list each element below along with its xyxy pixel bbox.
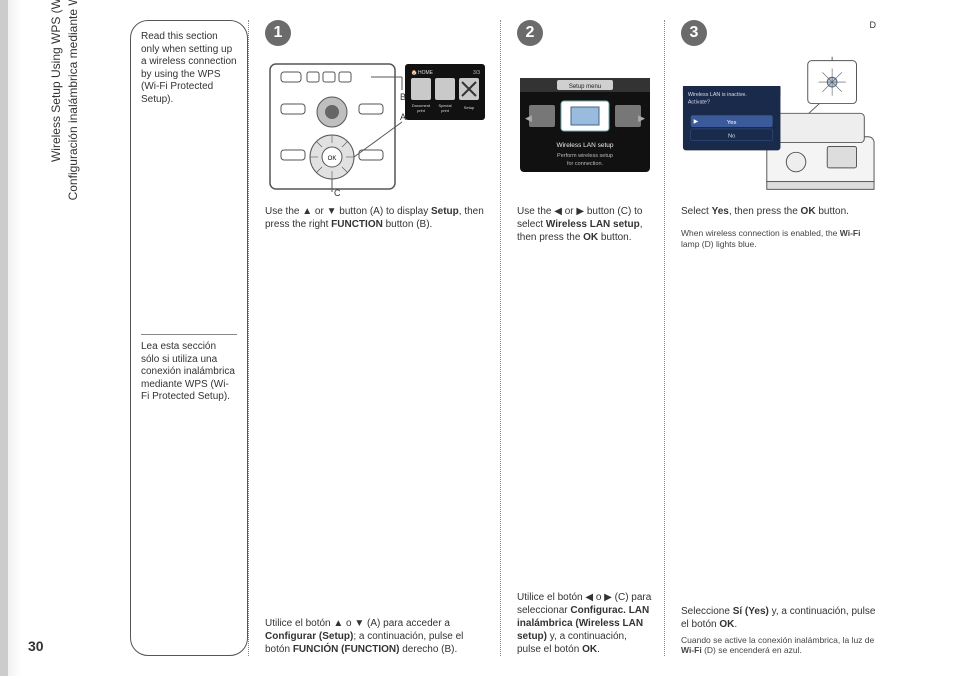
svg-text:OK: OK: [327, 156, 336, 162]
step-3-note-es: Cuando se active la conexión inalámbrica…: [681, 635, 876, 656]
intro-en: Read this section only when setting up a…: [141, 31, 237, 106]
divider: [141, 334, 237, 335]
step-1: 1: [248, 20, 500, 656]
step-number-badge: 1: [265, 20, 291, 46]
svg-text:🏠: 🏠: [411, 69, 417, 76]
step-3-text-es: Seleccione Sí (Yes) y, a continuación, p…: [681, 605, 876, 631]
screen-home: HOME: [418, 70, 434, 76]
step-number-badge: 3: [681, 20, 707, 46]
intro-es: Lea esta sección sólo si utiliza una con…: [141, 341, 237, 404]
intro-box: Read this section only when setting up a…: [130, 20, 248, 656]
step-2-text-en: Use the ◀ or ▶ button (C) to select Wire…: [517, 205, 652, 244]
step-2: 2 Setup menu ◀ ▶ Wireless LAN setup Perf…: [500, 20, 664, 656]
content-row: Read this section only when setting up a…: [130, 20, 929, 656]
section-title-en: Wireless Setup Using WPS (Wi-Fi Protecte…: [48, 0, 65, 370]
screen-page: 3/3: [473, 70, 480, 76]
svg-text:print: print: [417, 108, 426, 113]
manual-page: Wireless Setup Using WPS (Wi-Fi Protecte…: [0, 0, 954, 676]
step-1-figure: OK B A: [265, 52, 488, 197]
section-title-es: Configuración inalámbrica mediante WPS (…: [65, 0, 82, 370]
svg-text:Setup: Setup: [463, 105, 474, 110]
page-number: 30: [28, 638, 44, 654]
svg-text:Wireless LAN is inactive.: Wireless LAN is inactive.: [688, 91, 747, 97]
svg-text:▶: ▶: [638, 113, 645, 123]
step-3: 3 D: [664, 20, 888, 656]
step-number-badge: 2: [517, 20, 543, 46]
step-3-text-en: Select Yes, then press the OK button.: [681, 205, 876, 218]
step-3-figure: Wireless LAN is inactive. Activate? ▶ Ye…: [681, 52, 876, 197]
screen-cap1: Wireless LAN setup: [556, 142, 613, 149]
svg-text:◀: ◀: [525, 113, 532, 123]
svg-text:for connection.: for connection.: [566, 161, 603, 167]
step-3-note-en: When wireless connection is enabled, the…: [681, 228, 876, 249]
step-2-figure: Setup menu ◀ ▶ Wireless LAN setup Perfor…: [517, 52, 652, 197]
screen-title: Setup menu: [568, 84, 600, 90]
step-2-text-es: Utilice el botón ◀ o ▶ (C) para seleccio…: [517, 591, 652, 656]
section-title-vertical: Wireless Setup Using WPS (Wi-Fi Protecte…: [48, 0, 88, 60]
svg-text:print: print: [441, 108, 450, 113]
svg-text:No: No: [728, 133, 735, 139]
svg-text:▶: ▶: [694, 119, 699, 125]
step-1-text-en: Use the ▲ or ▼ button (A) to display Set…: [265, 205, 488, 231]
svg-text:Activate?: Activate?: [688, 99, 710, 105]
svg-text:Perform wireless setup: Perform wireless setup: [557, 153, 613, 159]
label-d: D: [870, 20, 877, 32]
label-c: C: [334, 188, 341, 197]
svg-text:Yes: Yes: [727, 120, 737, 126]
step-1-text-es: Utilice el botón ▲ o ▼ (A) para acceder …: [265, 617, 488, 656]
